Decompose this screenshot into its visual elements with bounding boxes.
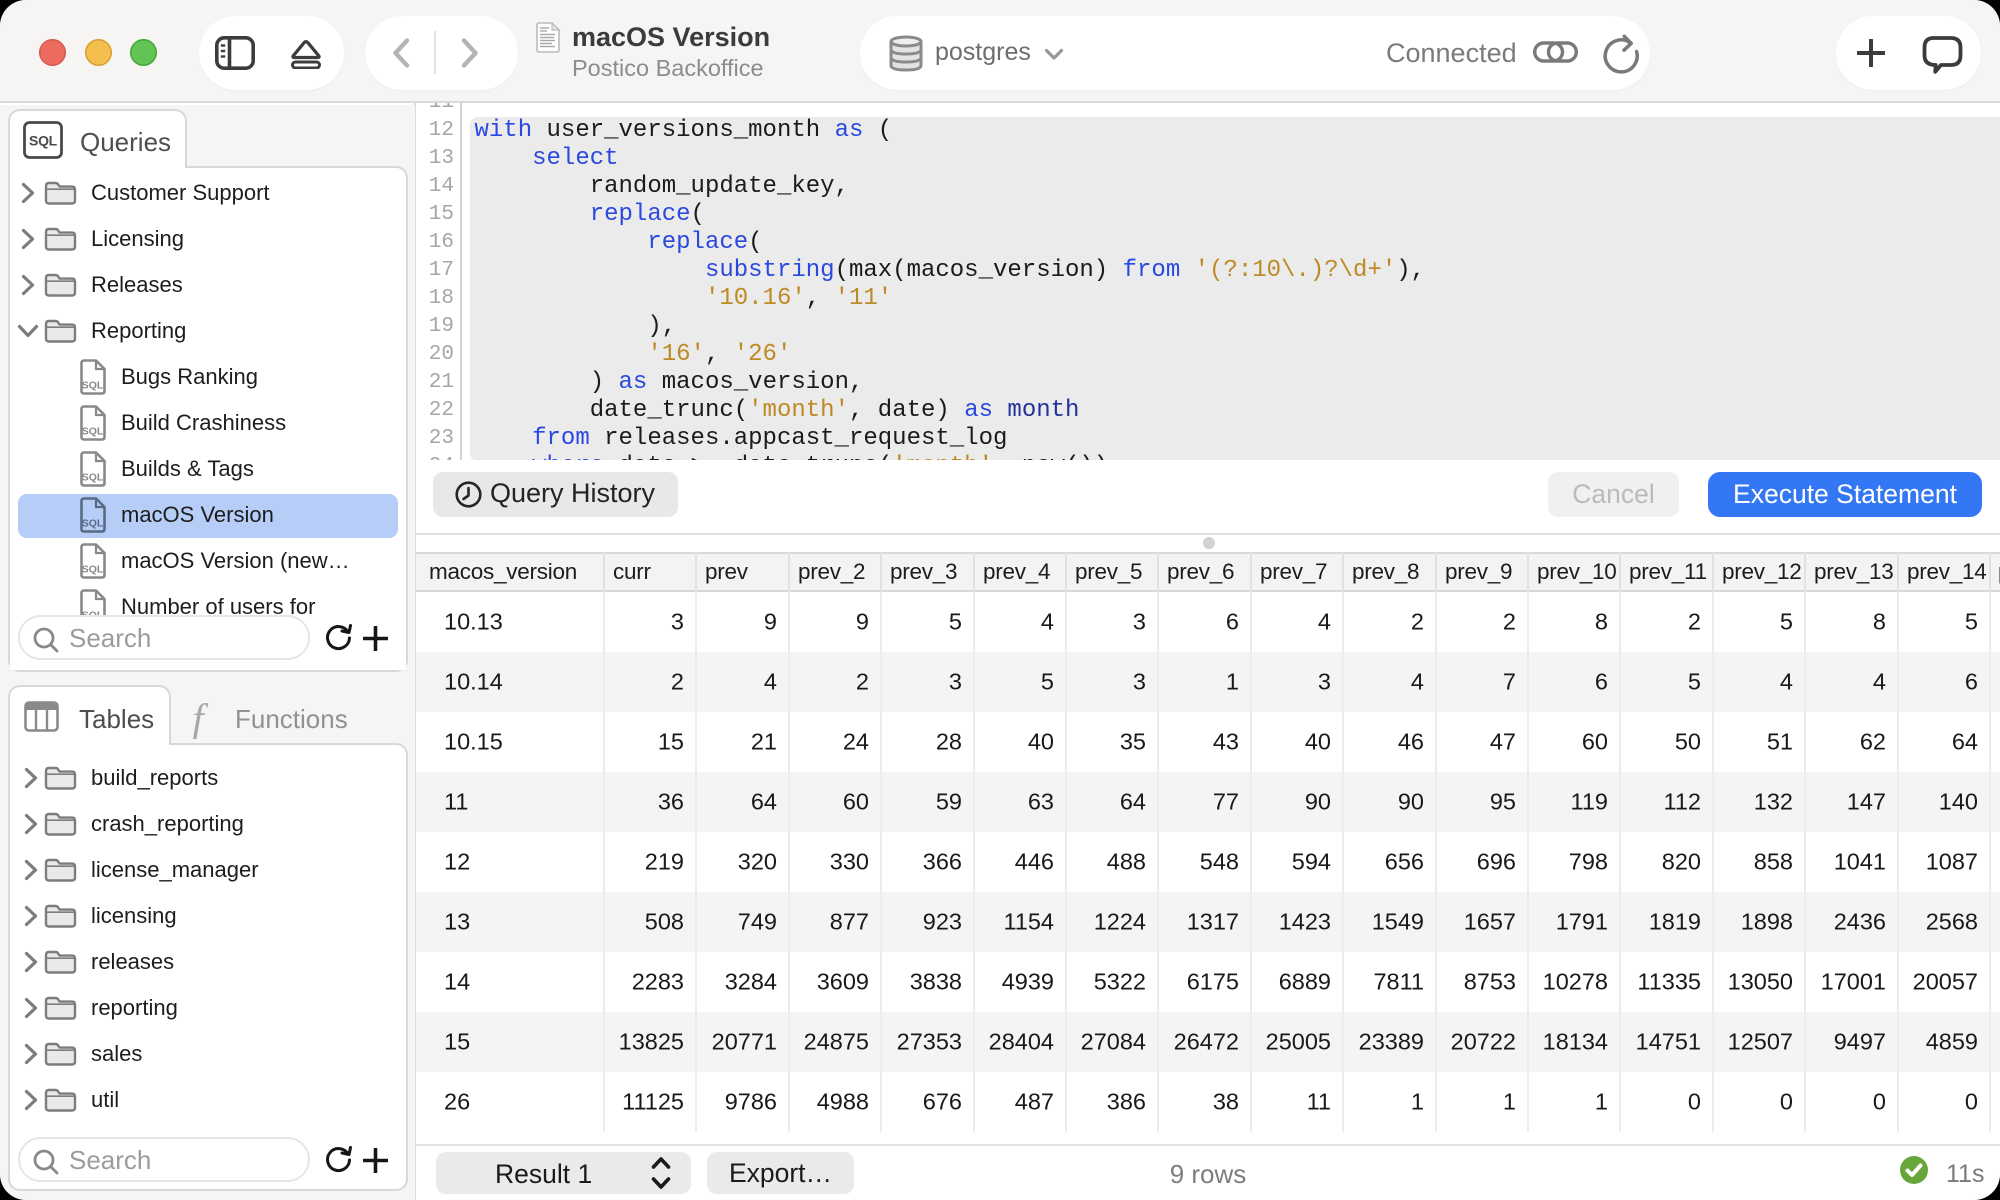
svg-text:SQL: SQL (82, 564, 104, 576)
svg-text:SQL: SQL (82, 518, 104, 530)
svg-text:SQL: SQL (82, 426, 104, 438)
svg-text:SQL: SQL (82, 472, 104, 484)
svg-text:SQL: SQL (82, 380, 104, 392)
svg-text:SQL: SQL (29, 133, 58, 149)
